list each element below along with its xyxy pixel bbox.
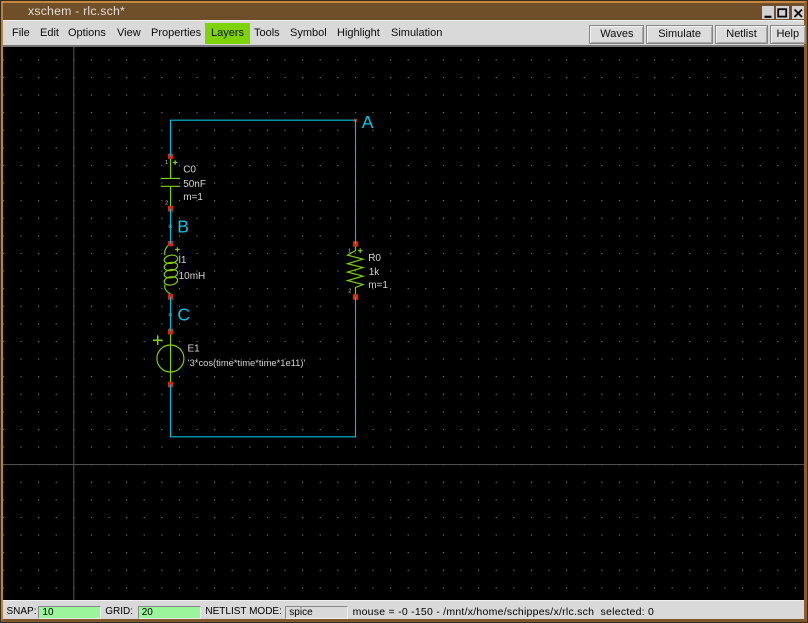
svg-text:2: 2	[165, 200, 168, 206]
svg-text:R0: R0	[368, 253, 381, 264]
svg-text:'3*cos(time*time*time*1e11)': '3*cos(time*time*time*1e11)'	[188, 357, 306, 368]
svg-text:50nF: 50nF	[183, 179, 206, 190]
svg-text:B: B	[177, 217, 189, 237]
svg-text:l1: l1	[179, 255, 187, 266]
svg-text:10mH: 10mH	[179, 271, 206, 282]
svg-text:A: A	[362, 112, 374, 132]
svg-text:2: 2	[348, 288, 351, 294]
svg-text:C: C	[177, 305, 190, 325]
svg-text:m=1: m=1	[183, 192, 203, 203]
svg-text:1: 1	[348, 248, 351, 254]
svg-text:m=1: m=1	[368, 280, 388, 291]
svg-text:E1: E1	[188, 343, 201, 354]
svg-text:1: 1	[165, 160, 168, 166]
svg-text:1k: 1k	[369, 267, 381, 278]
svg-text:C0: C0	[183, 164, 196, 175]
